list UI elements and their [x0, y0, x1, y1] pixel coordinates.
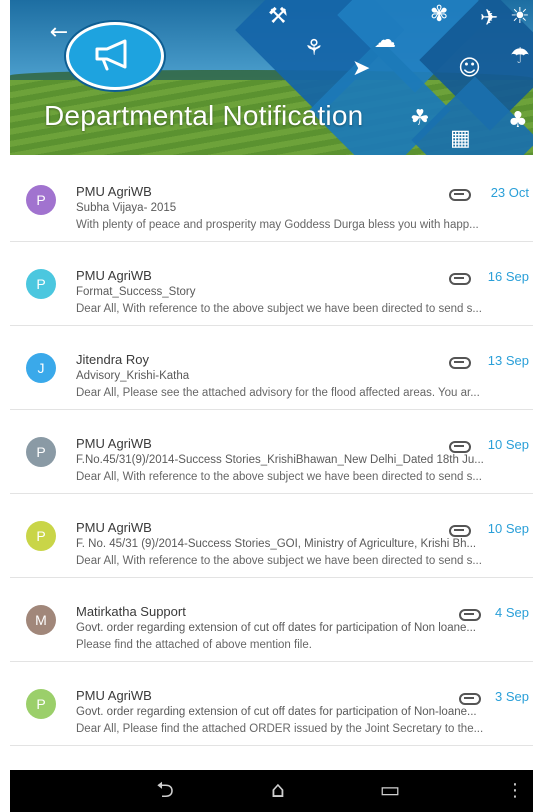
- date-label: 4 Sep: [495, 605, 529, 620]
- weather-icon: ☁: [374, 28, 396, 53]
- message-preview: Dear All, With reference to the above su…: [76, 303, 482, 315]
- subject-line: F.No.45/31(9)/2014-Success Stories_Krish…: [76, 454, 484, 466]
- list-item[interactable]: P PMU AgriWB 10 Sep F.No.45/31(9)/2014-Succ…: [10, 410, 533, 494]
- subject-line: Govt. order regarding extension of cut o…: [76, 706, 477, 718]
- recent-apps-icon[interactable]: ▭: [370, 770, 410, 812]
- message-preview: Dear All, With reference to the above su…: [76, 471, 482, 483]
- back-icon[interactable]: ⮌: [145, 770, 185, 812]
- overflow-menu-icon[interactable]: ⋮: [505, 770, 525, 812]
- date-label: 23 Oct: [490, 185, 529, 200]
- attachment-icon: [449, 189, 471, 201]
- watering-can-icon: ☂: [510, 44, 530, 69]
- attachment-icon: [449, 441, 471, 453]
- tractor-icon: ⚒: [268, 4, 288, 29]
- list-item[interactable]: M Matirkatha Support 4 Sep Govt. order rega…: [10, 578, 533, 662]
- message-preview: With plenty of peace and prosperity may …: [76, 219, 479, 231]
- list-item[interactable]: P PMU AgriWB 10 Sep F. No. 45/31 (9)/2014-S…: [10, 494, 533, 578]
- message-preview: Please find the attached of above mentio…: [76, 639, 312, 651]
- building-icon: ▦: [450, 126, 471, 151]
- avatar: P: [26, 437, 56, 467]
- list-item[interactable]: J Jitendra Roy 13 Sep Advisory_Krishi-Katha…: [10, 326, 533, 410]
- sender-name: PMU AgriWB: [76, 688, 152, 703]
- fruit-icon: ☘: [410, 106, 430, 131]
- date-label: 16 Sep: [487, 269, 529, 284]
- date-label: 13 Sep: [487, 353, 529, 368]
- attachment-icon: [459, 693, 481, 705]
- subject-line: Govt. order regarding extension of cut o…: [76, 622, 476, 634]
- date-label: 3 Sep: [495, 689, 529, 704]
- sender-name: PMU AgriWB: [76, 184, 152, 199]
- sender-name: PMU AgriWB: [76, 436, 152, 451]
- satellite-icon: ✈: [480, 6, 499, 31]
- farmer-icon: ☺: [458, 56, 481, 81]
- grain-icon: ✾: [430, 2, 449, 27]
- sender-name: PMU AgriWB: [76, 268, 152, 283]
- plant-icon: ♣: [508, 108, 528, 133]
- subject-line: Advisory_Krishi-Katha: [76, 370, 190, 382]
- list-item[interactable]: P PMU AgriWB 16 Sep Format_Success_Story Dea…: [10, 242, 533, 326]
- message-preview: Dear All, Please find the attached ORDER…: [76, 723, 484, 735]
- sender-name: Matirkatha Support: [76, 604, 186, 619]
- header-banner: ⚒ ⚘ ☁ ✾ ✈ ☀ ➤ ☺ ☂ ☘ ▦ ♣ ← Departmental N…: [10, 0, 533, 155]
- avatar: P: [26, 689, 56, 719]
- date-label: 10 Sep: [487, 437, 529, 452]
- subject-line: F. No. 45/31 (9)/2014-Success Stories_GO…: [76, 538, 477, 550]
- attachment-icon: [449, 357, 471, 369]
- avatar: P: [26, 185, 56, 215]
- subject-line: Format_Success_Story: [76, 286, 196, 298]
- home-icon[interactable]: ⌂: [255, 770, 301, 812]
- attachment-icon: [449, 525, 471, 537]
- message-preview: Dear All, With reference to the above su…: [76, 555, 482, 567]
- avatar: P: [26, 269, 56, 299]
- attachment-icon: [449, 273, 471, 285]
- sender-name: PMU AgriWB: [76, 520, 152, 535]
- message-preview: Dear All, Please see the attached adviso…: [76, 387, 480, 399]
- attachment-icon: [459, 609, 481, 621]
- list-item[interactable]: P PMU AgriWB 23 Oct Subha Vijaya- 2015 With …: [10, 158, 533, 242]
- tools-icon: ⚘: [304, 36, 324, 61]
- avatar: J: [26, 353, 56, 383]
- date-label: 10 Sep: [487, 521, 529, 536]
- list-item[interactable]: [10, 746, 533, 770]
- sun-icon: ☀: [510, 4, 530, 29]
- avatar: P: [26, 521, 56, 551]
- megaphone-icon: [66, 22, 164, 90]
- notification-list[interactable]: P PMU AgriWB 23 Oct Subha Vijaya- 2015 With …: [10, 158, 533, 770]
- system-nav-bar: ⮌ ⌂ ▭ ⋮: [10, 770, 533, 812]
- sender-name: Jitendra Roy: [76, 352, 149, 367]
- screen: ⚒ ⚘ ☁ ✾ ✈ ☀ ➤ ☺ ☂ ☘ ▦ ♣ ← Departmental N…: [0, 0, 533, 812]
- subject-line: Subha Vijaya- 2015: [76, 202, 177, 214]
- avatar: M: [26, 605, 56, 635]
- fish-icon: ➤: [352, 56, 371, 81]
- list-item[interactable]: P PMU AgriWB 3 Sep Govt. order regarding ex…: [10, 662, 533, 746]
- page-title: Departmental Notification: [44, 100, 364, 131]
